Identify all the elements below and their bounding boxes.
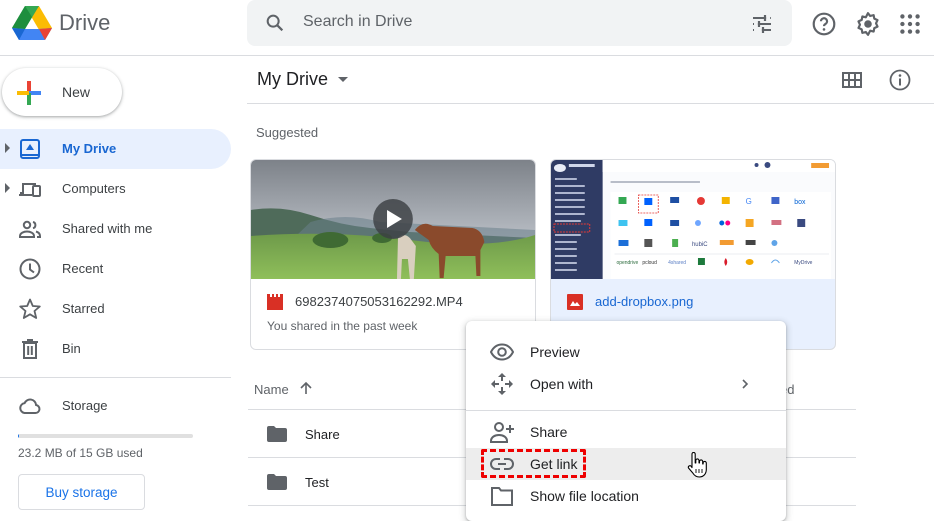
buy-storage-button[interactable]: Buy storage [18, 474, 145, 510]
sidebar-item-my-drive[interactable]: My Drive [0, 129, 231, 169]
info-icon[interactable] [888, 68, 912, 92]
expand-caret-icon[interactable] [5, 143, 10, 153]
menu-item-label: Preview [530, 344, 580, 360]
image-thumbnail: G box hubiC opendrive pc [551, 160, 835, 279]
suggested-heading: Suggested [256, 125, 318, 140]
menu-item-preview[interactable]: Preview [466, 336, 786, 368]
computers-icon [18, 177, 42, 201]
main-divider [247, 103, 934, 104]
chevron-right-icon [738, 377, 752, 391]
sidebar-item-shared-with-me[interactable]: Shared with me [0, 209, 231, 249]
plus-icon [16, 80, 42, 106]
menu-item-get-link[interactable]: Get link [466, 448, 786, 480]
file-name: 6982374075053162292.MP4 [295, 294, 463, 309]
svg-text:opendrive: opendrive [617, 260, 639, 266]
cloud-icon [18, 394, 42, 418]
storage-usage-text: 23.2 MB of 15 GB used [18, 446, 143, 460]
sidebar-item-label: Shared with me [62, 221, 152, 236]
svg-text:4shared: 4shared [668, 260, 686, 266]
menu-item-label: Show file location [530, 488, 639, 504]
sidebar-item-computers[interactable]: Computers [0, 169, 231, 209]
search-icon[interactable] [264, 12, 286, 34]
sidebar-item-label: My Drive [62, 141, 116, 156]
new-label: New [62, 84, 90, 100]
context-menu: Preview Open with Share [466, 321, 786, 521]
folder-icon [267, 426, 287, 442]
file-subtitle: You shared in the past week [267, 319, 417, 333]
sidebar-item-bin[interactable]: Bin [0, 329, 231, 369]
image-file-icon [567, 294, 583, 310]
hand-cursor-icon [686, 452, 708, 478]
title-dropdown-icon[interactable] [338, 77, 348, 82]
svg-text:MyDrive: MyDrive [794, 260, 812, 266]
sort-ascending-icon[interactable] [298, 380, 314, 396]
svg-text:pcloud: pcloud [642, 260, 657, 266]
sidebar-item-recent[interactable]: Recent [0, 249, 231, 289]
menu-item-label: Get link [530, 456, 577, 472]
sidebar-item-label: Recent [62, 261, 103, 276]
item-name: Test [305, 475, 329, 490]
help-icon[interactable] [811, 11, 837, 37]
svg-text:hubiC: hubiC [692, 242, 708, 248]
menu-item-label: Open with [530, 376, 593, 392]
page-title[interactable]: My Drive [257, 69, 328, 90]
app-name[interactable]: Drive [59, 10, 110, 36]
menu-item-share[interactable]: Share [466, 416, 786, 448]
search-bar[interactable] [247, 0, 792, 46]
apps-icon[interactable] [897, 11, 923, 37]
menu-separator [466, 410, 786, 411]
top-bar: Drive [0, 0, 934, 56]
search-input[interactable] [303, 13, 723, 31]
item-name: Share [305, 427, 340, 442]
search-options-icon[interactable] [750, 12, 774, 36]
drive-logo-icon[interactable] [12, 5, 52, 41]
star-icon [18, 297, 42, 321]
settings-icon[interactable] [855, 11, 881, 37]
clock-icon [18, 257, 42, 281]
folder-icon [267, 474, 287, 490]
menu-item-open-with[interactable]: Open with [466, 368, 786, 400]
add-person-icon [490, 421, 514, 443]
sidebar-divider [0, 377, 231, 378]
menu-item-show-file-location[interactable]: Show file location [466, 480, 786, 512]
storage-progress-bar [18, 434, 193, 438]
video-file-icon [267, 294, 283, 310]
video-thumbnail [251, 160, 535, 279]
trash-icon [18, 337, 42, 361]
column-header-name[interactable]: Name [254, 382, 289, 397]
eye-icon [490, 341, 514, 363]
my-drive-icon [18, 137, 42, 161]
sidebar-item-starred[interactable]: Starred [0, 289, 231, 329]
file-name: add-dropbox.png [595, 294, 693, 309]
shared-icon [18, 217, 42, 241]
svg-text:box: box [794, 199, 806, 206]
grid-view-icon[interactable] [840, 68, 864, 92]
new-button[interactable]: New [2, 68, 122, 116]
menu-item-label: Share [530, 424, 567, 440]
sidebar-item-storage[interactable]: Storage [0, 386, 231, 426]
sidebar-item-label: Computers [62, 181, 126, 196]
expand-caret-icon[interactable] [5, 183, 10, 193]
storage-label: Storage [62, 398, 108, 413]
folder-outline-icon [490, 485, 514, 507]
open-with-icon [490, 373, 514, 395]
sidebar-item-label: Starred [62, 301, 105, 316]
link-icon [490, 453, 514, 475]
sidebar-item-label: Bin [62, 341, 81, 356]
svg-text:G: G [746, 197, 752, 206]
